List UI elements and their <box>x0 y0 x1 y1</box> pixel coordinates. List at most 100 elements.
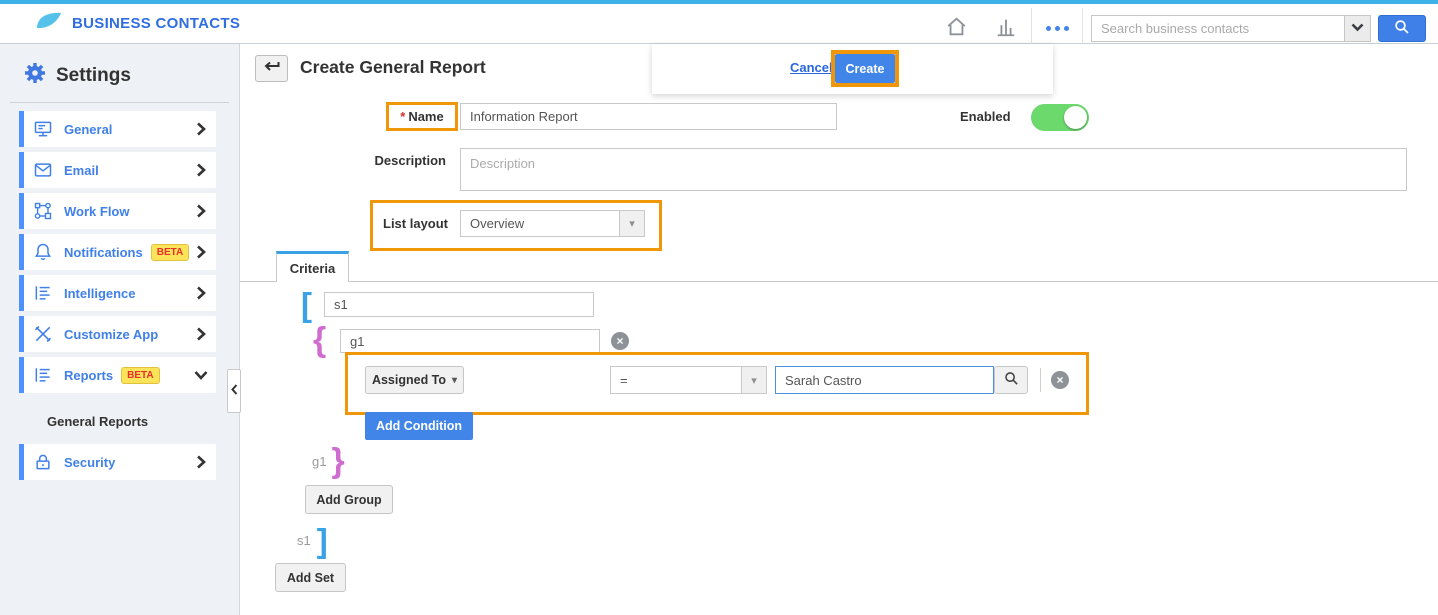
beta-badge: BETA <box>151 244 189 261</box>
group-close-brace: } <box>331 444 344 478</box>
bar-chart-icon <box>995 16 1017 41</box>
dropdown-arrow-icon: ▾ <box>452 375 457 386</box>
divider <box>1082 8 1083 48</box>
sidebar-item-customize-app[interactable]: Customize App <box>19 316 216 352</box>
sidebar-title: Settings <box>56 65 131 87</box>
beta-badge: BETA <box>121 367 159 384</box>
add-condition-button[interactable]: Add Condition <box>365 412 473 440</box>
add-group-button[interactable]: Add Group <box>305 485 393 514</box>
required-asterisk: * <box>400 109 405 124</box>
sidebar-item-work-flow[interactable]: Work Flow <box>19 193 216 229</box>
topbar: BUSINESS CONTACTS <box>0 0 1438 44</box>
sidebar-item-label: Reports <box>64 368 113 383</box>
sidebar-item-label: Customize App <box>64 327 158 342</box>
home-icon <box>945 16 968 41</box>
sidebar-item-label: Email <box>64 163 99 178</box>
chevron-down-icon <box>194 370 208 380</box>
tab-criteria-label: Criteria <box>290 261 336 276</box>
brand-title: BUSINESS CONTACTS <box>72 15 240 32</box>
chevron-right-icon <box>196 286 206 300</box>
cancel-button[interactable]: Cancel <box>790 60 833 75</box>
settings-sidebar: Settings General Email <box>0 44 240 615</box>
condition-value-input[interactable] <box>775 366 994 394</box>
sidebar-collapse-handle[interactable] <box>227 369 241 413</box>
sidebar-item-security[interactable]: Security <box>19 444 216 480</box>
report-lines-icon <box>33 365 53 385</box>
report-lines-icon <box>33 283 53 303</box>
dropdown-arrow-icon[interactable]: ▾ <box>741 367 766 393</box>
workflow-icon <box>33 201 53 221</box>
set-name-input[interactable] <box>324 292 594 317</box>
lookup-button[interactable] <box>994 366 1028 394</box>
group-open-brace: { <box>313 323 326 357</box>
gear-icon <box>23 61 47 90</box>
name-input[interactable] <box>460 103 837 130</box>
divider <box>10 102 229 103</box>
search-icon <box>1394 19 1410 38</box>
divider <box>1040 368 1041 392</box>
remove-group-icon[interactable]: × <box>611 332 629 350</box>
sidebar-item-notifications[interactable]: Notifications BETA <box>19 234 216 270</box>
lock-icon <box>33 452 53 472</box>
more-menu-button[interactable] <box>1032 8 1082 48</box>
action-bar: Cancel Create <box>652 44 1053 94</box>
list-layout-select[interactable]: Overview ▾ <box>460 210 645 237</box>
group-name-input[interactable] <box>340 329 600 353</box>
list-layout-label: List layout <box>383 216 448 231</box>
bell-icon <box>33 242 53 262</box>
tab-criteria[interactable]: Criteria <box>276 251 349 282</box>
chevron-right-icon <box>196 327 206 341</box>
description-label: Description <box>300 153 446 168</box>
create-report-panel: Create General Report Cancel Create * Na… <box>240 44 1438 615</box>
chevron-left-icon <box>231 382 238 400</box>
set-close-name: s1 <box>297 533 311 548</box>
chevron-down-icon <box>1351 19 1364 37</box>
remove-condition-icon[interactable]: × <box>1051 371 1069 389</box>
sidebar-item-intelligence[interactable]: Intelligence <box>19 275 216 311</box>
sidebar-item-email[interactable]: Email <box>19 152 216 188</box>
condition-operator-value: = <box>611 367 741 393</box>
sidebar-item-general[interactable]: General <box>19 111 216 147</box>
description-input[interactable] <box>460 148 1407 191</box>
tab-underline <box>240 281 1438 282</box>
sidebar-menu: General Email Work Flow <box>0 111 239 480</box>
page: BUSINESS CONTACTS <box>0 0 1438 615</box>
chevron-right-icon <box>196 204 206 218</box>
page-title: Create General Report <box>300 57 486 78</box>
sidebar-item-reports[interactable]: Reports BETA <box>19 357 216 393</box>
create-button[interactable]: Create <box>835 54 895 83</box>
dropdown-arrow-icon[interactable]: ▾ <box>619 211 644 236</box>
brand: BUSINESS CONTACTS <box>0 10 240 37</box>
monitor-icon <box>33 119 53 139</box>
enabled-toggle[interactable] <box>1031 104 1089 131</box>
sidebar-item-label: Security <box>64 455 115 470</box>
toggle-knob <box>1064 106 1087 129</box>
chevron-right-icon <box>196 122 206 136</box>
tools-icon <box>33 324 53 344</box>
chevron-right-icon <box>196 163 206 177</box>
leaf-logo-icon <box>36 10 62 37</box>
sidebar-item-label: General <box>64 122 112 137</box>
sidebar-header: Settings <box>0 44 239 90</box>
search-scope-dropdown[interactable] <box>1344 15 1371 42</box>
home-button[interactable] <box>931 8 981 48</box>
chevron-right-icon <box>196 455 206 469</box>
condition-field-dropdown[interactable]: Assigned To ▾ <box>365 366 464 394</box>
add-set-button[interactable]: Add Set <box>275 563 346 592</box>
sidebar-section-general-reports[interactable]: General Reports <box>0 398 239 444</box>
group-close-name: g1 <box>312 454 326 469</box>
reports-dashboard-button[interactable] <box>981 8 1031 48</box>
list-layout-value: Overview <box>461 211 619 236</box>
create-button-highlight: Create <box>831 50 899 87</box>
search-button[interactable] <box>1378 15 1426 42</box>
back-arrow-icon <box>263 61 280 76</box>
search-input[interactable] <box>1091 15 1344 42</box>
back-button[interactable] <box>255 55 288 82</box>
global-search <box>1091 15 1426 42</box>
condition-operator-select[interactable]: = ▾ <box>610 366 767 394</box>
set-close: s1 ] <box>297 524 328 557</box>
sidebar-item-label: Notifications <box>64 245 143 260</box>
more-icon <box>1046 26 1069 31</box>
sidebar-item-label: Intelligence <box>64 286 136 301</box>
enabled-label: Enabled <box>960 109 1011 124</box>
